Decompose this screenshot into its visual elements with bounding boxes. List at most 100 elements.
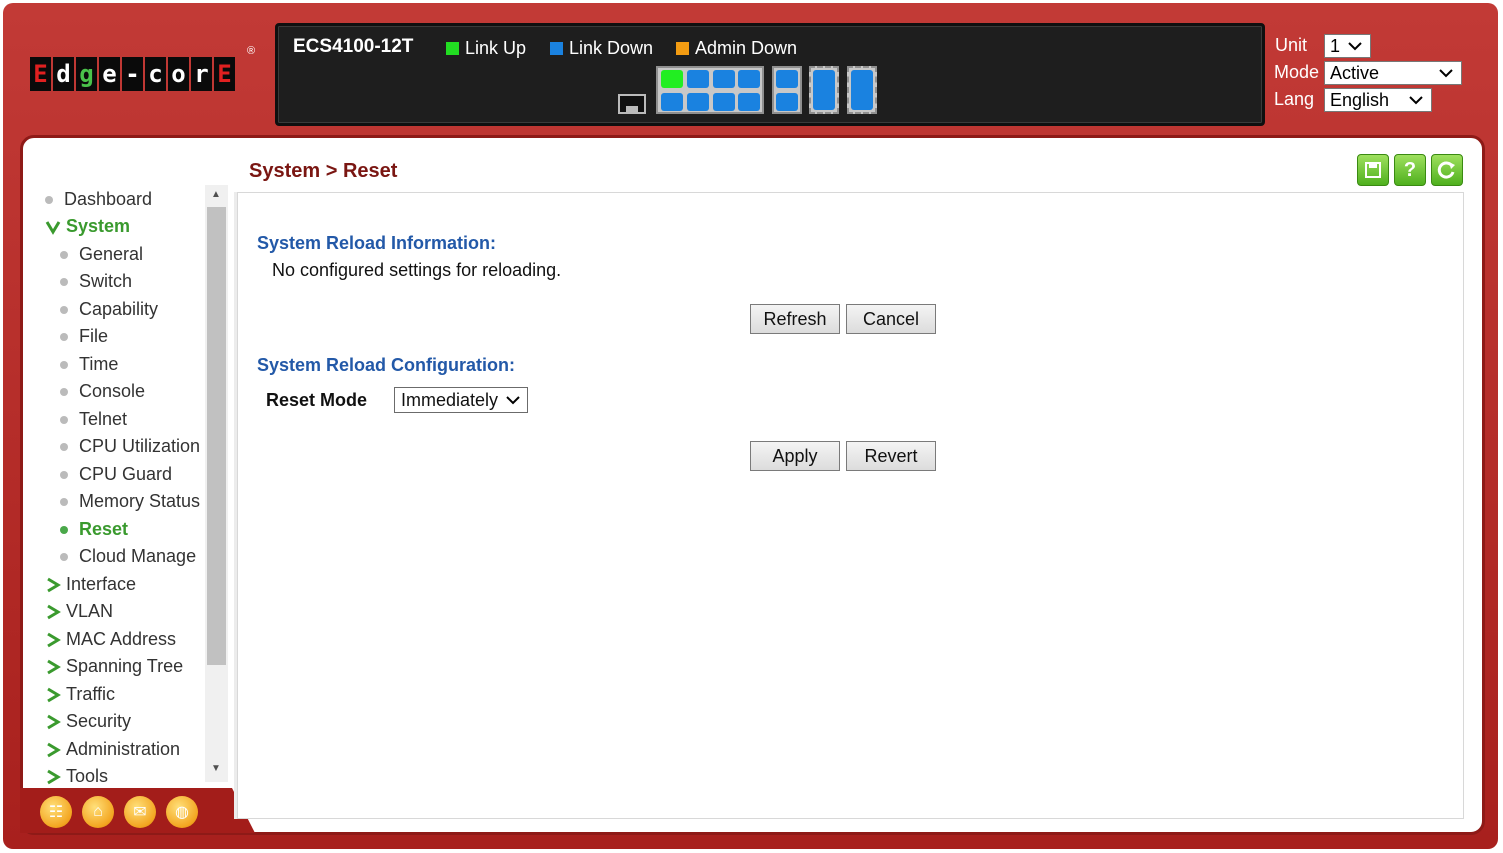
bullet-icon: [60, 332, 68, 341]
sidebar-item-label: MAC Address: [66, 629, 177, 649]
reload-config-title: System Reload Configuration:: [257, 355, 516, 375]
legend-label: Link Up: [465, 38, 527, 58]
revert-button[interactable]: Revert: [846, 441, 936, 471]
lang-label: Lang: [1274, 89, 1315, 109]
port-1[interactable]: [661, 70, 683, 88]
port-5[interactable]: [713, 70, 735, 88]
port-block-1-8: [656, 66, 764, 114]
sidebar-item-label: General: [79, 244, 144, 264]
scroll-down-icon[interactable]: ▼: [211, 763, 221, 774]
sidebar-item-memory-status[interactable]: Memory Status: [60, 491, 200, 512]
mail-icon[interactable]: ✉: [124, 796, 156, 828]
sidebar-nav: Dashboard System General Switch Capabili…: [25, 185, 205, 785]
sidebar-item-dashboard[interactable]: Dashboard: [45, 189, 152, 210]
sidebar-item-label: Administration: [66, 739, 181, 759]
sidebar-item-cpu-utilization[interactable]: CPU Utilization: [60, 436, 200, 457]
port-6[interactable]: [713, 93, 735, 111]
reset-mode-select[interactable]: Immediately: [394, 387, 528, 413]
refresh-icon[interactable]: [1431, 154, 1463, 186]
unit-select[interactable]: 1: [1324, 34, 1371, 58]
console-port-icon[interactable]: [618, 94, 646, 114]
sidebar-item-cloud-manage[interactable]: Cloud Manage: [60, 546, 196, 567]
bullet-icon: [60, 470, 68, 479]
sidebar-item-system[interactable]: System: [45, 216, 130, 237]
save-icon[interactable]: [1357, 154, 1389, 186]
registered-mark: ®: [247, 45, 256, 57]
sidebar-item-switch[interactable]: Switch: [60, 271, 132, 292]
logo-letter: d: [53, 57, 74, 91]
sidebar-item-file[interactable]: File: [60, 326, 108, 347]
sidebar-item-label: Capability: [79, 299, 159, 319]
chevron-right-icon: [47, 769, 61, 784]
chevron-down-icon: [1439, 69, 1453, 78]
lang-value: English: [1330, 89, 1390, 110]
sidebar-scrollbar[interactable]: ▲ ▼: [205, 185, 228, 782]
logo-letter: E: [30, 57, 51, 91]
help-icon[interactable]: ?: [1394, 154, 1426, 186]
sidebar-item-interface[interactable]: Interface: [45, 574, 136, 595]
content-panel: [237, 192, 1464, 819]
sfp-12[interactable]: [851, 70, 873, 110]
port-8[interactable]: [738, 93, 760, 111]
home-icon[interactable]: ⌂: [82, 796, 114, 828]
lang-select[interactable]: English: [1324, 88, 1432, 112]
port-4[interactable]: [687, 93, 709, 111]
sidebar-item-mac-address[interactable]: MAC Address: [45, 629, 176, 650]
cancel-button[interactable]: Cancel: [846, 304, 936, 334]
sidebar-item-capability[interactable]: Capability: [60, 299, 158, 320]
apply-button[interactable]: Apply: [750, 441, 840, 471]
sidebar-item-label: Time: [79, 354, 119, 374]
port-10[interactable]: [776, 93, 798, 111]
globe-icon[interactable]: ◍: [166, 796, 198, 828]
sidebar-item-reset[interactable]: Reset: [60, 519, 128, 540]
bullet-icon: [60, 277, 68, 286]
bullet-icon: [60, 552, 68, 561]
sidebar-item-label: CPU Utilization: [79, 436, 201, 456]
sidebar-item-traffic[interactable]: Traffic: [45, 684, 115, 705]
sidebar-item-spanning-tree[interactable]: Spanning Tree: [45, 656, 183, 677]
sidebar-item-administration[interactable]: Administration: [45, 739, 180, 760]
admin-down-swatch: [676, 42, 689, 55]
sidebar-item-cpu-guard[interactable]: CPU Guard: [60, 464, 172, 485]
port-2[interactable]: [661, 93, 683, 111]
sidebar-item-console[interactable]: Console: [60, 381, 145, 402]
sitemap-icon[interactable]: ☷: [40, 796, 72, 828]
legend-link-up: Link Up: [446, 38, 526, 59]
chevron-right-icon: [47, 687, 61, 702]
sidebar-item-label: Interface: [66, 574, 137, 594]
scroll-up-icon[interactable]: ▲: [211, 189, 221, 200]
mode-value: Active: [1330, 62, 1380, 83]
sidebar-item-label: Tools: [66, 766, 109, 785]
chevron-right-icon: [47, 714, 61, 729]
sidebar-item-label: Dashboard: [64, 189, 153, 209]
bullet-icon: [45, 195, 53, 204]
sfp-11[interactable]: [813, 70, 835, 110]
logo-letter: g: [76, 57, 97, 91]
chevron-down-icon: [1348, 42, 1362, 51]
mode-select[interactable]: Active: [1324, 61, 1462, 85]
sidebar-item-label: Memory Status: [79, 491, 201, 511]
legend-label: Admin Down: [695, 38, 798, 58]
sidebar-item-label: Cloud Manage: [79, 546, 197, 566]
sfp-port-12[interactable]: [847, 66, 877, 114]
sidebar-item-time[interactable]: Time: [60, 354, 118, 375]
refresh-button[interactable]: Refresh: [750, 304, 840, 334]
bullet-icon: [60, 305, 68, 314]
sidebar-item-security[interactable]: Security: [45, 711, 131, 732]
sfp-port-11[interactable]: [809, 66, 839, 114]
chevron-right-icon: [47, 659, 61, 674]
chevron-right-icon: [47, 604, 61, 619]
port-9[interactable]: [776, 70, 798, 88]
logo-letter: r: [191, 57, 212, 91]
port-3[interactable]: [687, 70, 709, 88]
sidebar-item-vlan[interactable]: VLAN: [45, 601, 113, 622]
chevron-down-icon: [1409, 96, 1423, 105]
sidebar-item-label: VLAN: [66, 601, 114, 621]
scroll-thumb[interactable]: [207, 207, 226, 665]
sidebar-item-tools[interactable]: Tools: [45, 766, 108, 785]
port-7[interactable]: [738, 70, 760, 88]
sidebar-item-telnet[interactable]: Telnet: [60, 409, 127, 430]
sidebar-item-general[interactable]: General: [60, 244, 143, 265]
logo-letter: e: [99, 57, 120, 91]
chevron-right-icon: [47, 632, 61, 647]
